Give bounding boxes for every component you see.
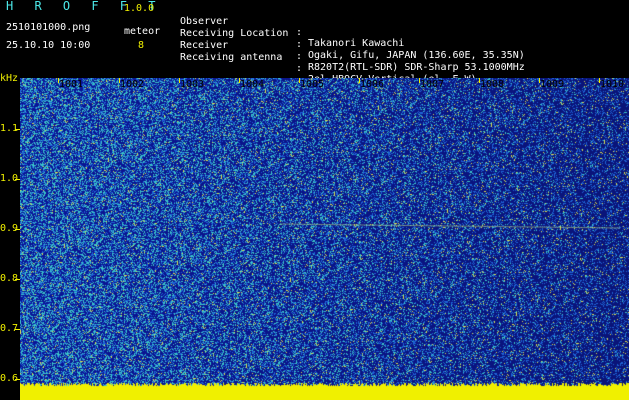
info-row-location: Receiving Location : Ogaki, Gifu, JAPAN …	[180, 17, 525, 61]
x-tick-label: 1009	[540, 79, 565, 90]
info-colon: :	[296, 51, 303, 62]
file-name: 2510101000.png	[6, 22, 91, 33]
info-value: Takanori Kawachi	[308, 38, 405, 49]
y-tick-mark	[15, 279, 20, 280]
y-axis: 1.1 1.0 0.9 0.8 0.7 0.6	[0, 78, 20, 400]
info-row-receiver: Receiver : R820T2(RTL-SDR) SDR-Sharp 53.…	[180, 29, 525, 73]
y-tick-mark	[15, 129, 20, 130]
x-tick-label: 1005	[300, 79, 325, 90]
x-tick-label: 1001	[59, 79, 84, 90]
meteor-count: 8	[138, 40, 145, 51]
y-tick-mark	[15, 179, 20, 180]
x-tick-label: 1008	[480, 79, 505, 90]
date-time: 25.10.10 10:00	[6, 40, 91, 51]
info-colon: :	[296, 63, 303, 74]
header-panel: H R O F F T 1.0.0 2510101000.png 25.10.1…	[0, 0, 629, 85]
y-tick-mark	[15, 379, 20, 380]
spectrogram-canvas	[20, 78, 629, 400]
info-colon: :	[296, 27, 303, 38]
x-tick-label: 1004	[240, 79, 265, 90]
x-tick-label: 1010	[600, 79, 625, 90]
info-row-observer: Observer : Takanori Kawachi	[180, 5, 404, 49]
x-tick-label: 1003	[180, 79, 205, 90]
info-key: Receiving antenna	[180, 52, 283, 63]
info-row-antenna: Receiving antenna : 2el-HB9CV Vertical (…	[180, 41, 477, 85]
x-tick-label: 1002	[120, 79, 145, 90]
info-value: Ogaki, Gifu, JAPAN (136.60E, 35.35N)	[308, 50, 525, 61]
x-tick-label: 1006	[360, 79, 385, 90]
info-value: R820T2(RTL-SDR) SDR-Sharp 53.1000MHz	[308, 62, 525, 73]
version-label: 1.0.0	[124, 3, 155, 14]
meteor-label: meteor	[124, 26, 161, 37]
info-colon: :	[296, 39, 303, 50]
y-tick-mark	[15, 329, 20, 330]
y-tick-mark	[15, 229, 20, 230]
x-tick-label: 1007	[420, 79, 445, 90]
